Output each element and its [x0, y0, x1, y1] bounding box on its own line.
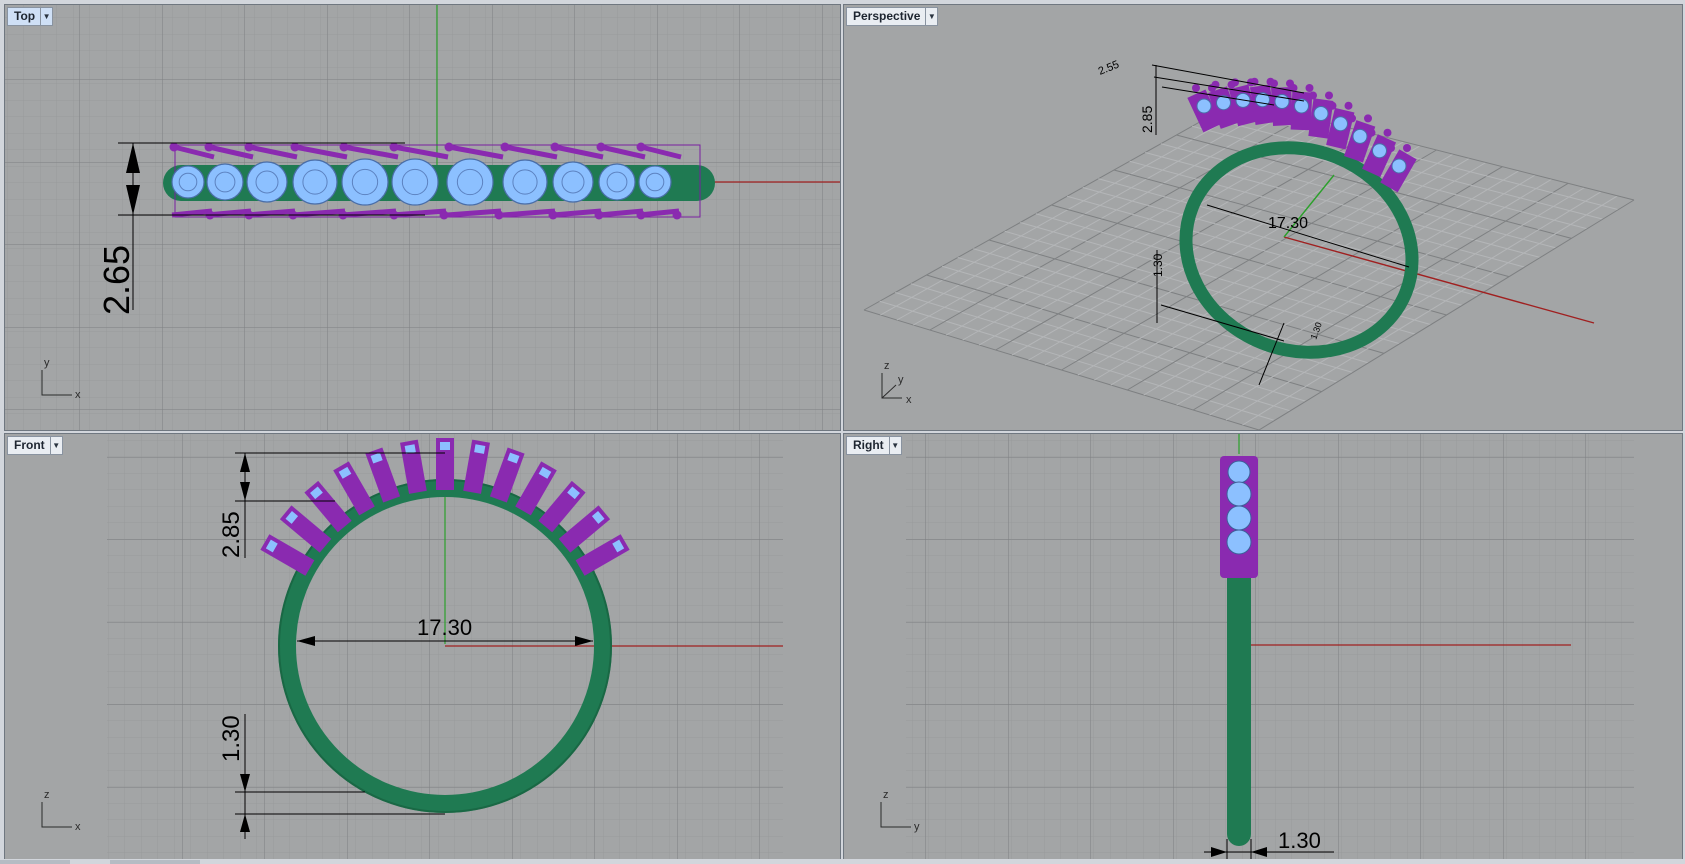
- gemstone: [1313, 105, 1329, 121]
- prong: [494, 210, 504, 220]
- gemstone: [206, 163, 244, 201]
- gemstone: [446, 158, 494, 206]
- status-bar: [0, 859, 1685, 864]
- viewport-title: Top: [14, 9, 36, 23]
- prong: [550, 142, 560, 152]
- svg-text:x: x: [75, 821, 81, 833]
- gemstone: [474, 444, 486, 454]
- prong: [1344, 101, 1353, 110]
- prong: [444, 142, 454, 152]
- prong: [596, 142, 606, 152]
- svg-text:y: y: [898, 374, 904, 386]
- svg-text:y: y: [914, 821, 920, 833]
- viewport-tab-top[interactable]: Top ▼: [7, 7, 54, 26]
- viewport-tab-right[interactable]: Right ▼: [846, 436, 902, 455]
- prong: [1367, 128, 1376, 137]
- grid-line: [1145, 152, 1541, 258]
- prong: [1403, 144, 1411, 152]
- gemstone: [246, 161, 288, 203]
- gemstone: [1391, 158, 1407, 174]
- gemstone: [1196, 98, 1212, 114]
- gemstone: [171, 165, 205, 199]
- svg-text:y: y: [44, 357, 50, 369]
- gemstone: [552, 161, 594, 203]
- prong: [636, 142, 646, 152]
- gemstone: [502, 159, 548, 205]
- ring-band: [1227, 544, 1251, 846]
- prong: [1328, 101, 1337, 110]
- grid-line: [1258, 199, 1635, 430]
- viewport-title: Front: [14, 438, 45, 452]
- svg-text:x: x: [906, 394, 912, 406]
- prong: [1305, 84, 1314, 92]
- dropdown-arrow-icon[interactable]: ▼: [888, 437, 901, 454]
- prong: [339, 142, 349, 152]
- dimension-label: 2.85: [218, 511, 245, 558]
- prong: [500, 142, 510, 152]
- prong: [244, 142, 254, 152]
- dimension-label: 2.85: [1139, 106, 1155, 133]
- gemstone: [638, 165, 672, 199]
- prong: [1348, 114, 1356, 123]
- dimension-label: 1.30: [1151, 253, 1165, 277]
- gemstone: [1372, 143, 1387, 159]
- gemstone: [1333, 116, 1348, 132]
- svg-text:z: z: [44, 789, 50, 801]
- viewport-title: Right: [853, 438, 884, 452]
- viewport-perspective[interactable]: Perspective ▼ 2.55 2.85 17.30 1.30 1.30: [843, 4, 1683, 431]
- dropdown-arrow-icon[interactable]: ▼: [925, 8, 937, 25]
- prong: [672, 210, 682, 220]
- axis-indicator: z y x: [881, 360, 912, 406]
- viewport-tab-front[interactable]: Front ▼: [7, 436, 63, 455]
- gemstone: [598, 163, 636, 201]
- viewport-top[interactable]: Top ▼ 2.65 y x: [4, 4, 841, 431]
- gemstone: [1352, 128, 1368, 144]
- viewport-title: Perspective: [853, 9, 921, 23]
- grid-line: [1113, 169, 1510, 278]
- gemstone: [341, 158, 389, 206]
- svg-text:z: z: [884, 360, 890, 372]
- dimension-label: 2.65: [96, 245, 137, 315]
- gemstone: [440, 442, 450, 450]
- stone-setting: [1220, 456, 1258, 578]
- dropdown-arrow-icon[interactable]: ▼: [40, 8, 52, 25]
- gemstone: [404, 444, 416, 454]
- viewport-right[interactable]: Right ▼ 1.30 z y: [843, 433, 1683, 860]
- prong: [1383, 128, 1392, 137]
- grid-major: [906, 434, 1634, 859]
- prong: [1192, 84, 1200, 92]
- top-viewport-canvas: 2.65 y x: [5, 5, 840, 430]
- svg-text:z: z: [883, 789, 889, 801]
- prong: [389, 142, 399, 152]
- prong: [169, 142, 179, 152]
- viewport-front[interactable]: Front ▼ 2.85 17.30 1.30 z x: [4, 433, 841, 860]
- front-viewport-canvas: 2.85 17.30 1.30 z x: [41, 434, 783, 859]
- svg-text:x: x: [75, 389, 81, 401]
- prong: [1309, 91, 1317, 100]
- prong: [1364, 114, 1372, 123]
- dimension-label: 17.30: [417, 615, 472, 640]
- prong: [1387, 144, 1395, 152]
- prong: [204, 142, 214, 152]
- dimension-label: 1.30: [218, 715, 245, 762]
- gemstone: [391, 158, 439, 206]
- dropdown-arrow-icon[interactable]: ▼: [49, 437, 62, 454]
- perspective-viewport-canvas: 2.55 2.85 17.30 1.30 1.30 z y x: [863, 59, 1635, 430]
- gemstone: [292, 159, 338, 205]
- prong: [290, 142, 300, 152]
- axis-indicator: z x: [41, 789, 81, 833]
- prong: [1325, 91, 1333, 100]
- dimension-label: 17.30: [1268, 215, 1308, 232]
- viewport-tab-perspective[interactable]: Perspective ▼: [846, 7, 939, 26]
- right-viewport-canvas: 1.30 z y: [880, 434, 1634, 859]
- dimension-label: 2.55: [1097, 59, 1121, 78]
- prong: [1270, 79, 1278, 88]
- dimension-label: 1.30: [1278, 828, 1321, 853]
